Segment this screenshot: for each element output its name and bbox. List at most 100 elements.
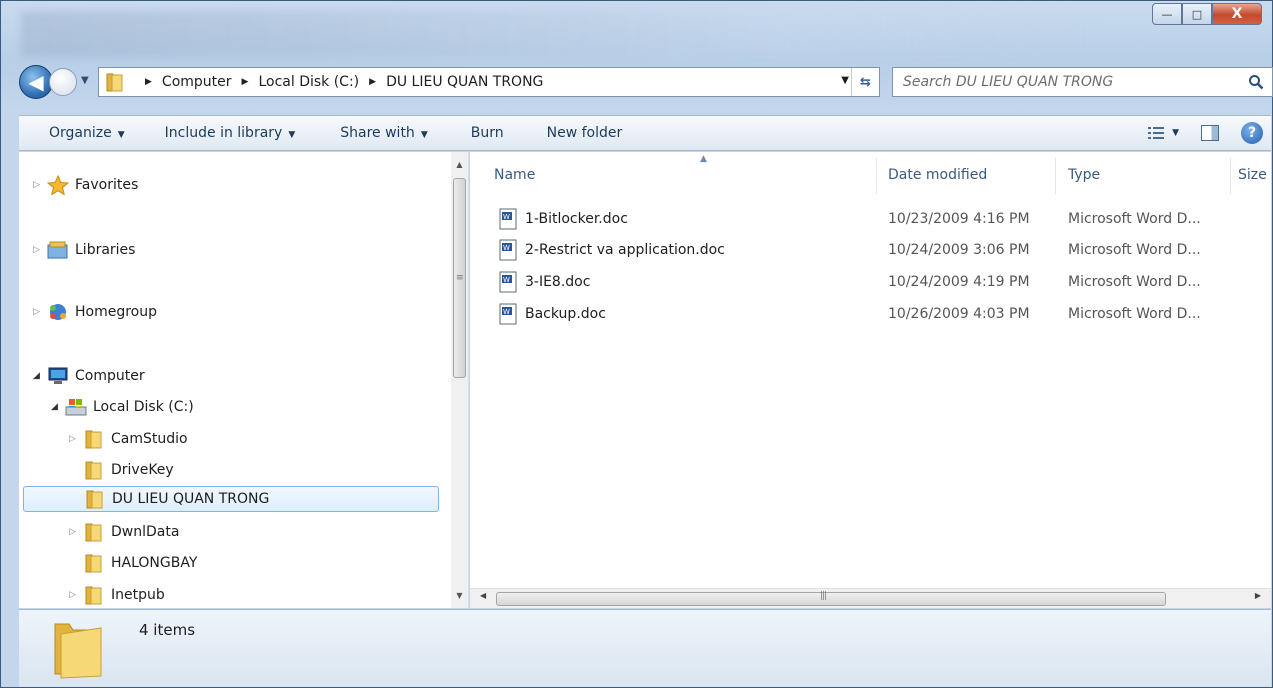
breadcrumb-computer[interactable]: Computer <box>162 74 232 90</box>
column-divider[interactable] <box>1055 158 1056 194</box>
forward-button[interactable] <box>49 68 77 96</box>
breadcrumb-arrow-icon[interactable]: ▶ <box>145 77 152 87</box>
table-row[interactable]: W Backup.doc 10/26/2009 4:03 PM Microsof… <box>470 298 1270 330</box>
column-header-name[interactable]: Name ▲ <box>494 152 876 198</box>
libraries-label: Libraries <box>75 242 136 258</box>
include-in-library-menu[interactable]: Include in library ▼ <box>140 125 311 141</box>
tree-item-favorites[interactable]: ▷ Favorites <box>33 172 138 198</box>
expand-arrow-icon[interactable]: ▷ <box>33 180 45 190</box>
maximize-button[interactable]: □ <box>1182 3 1212 25</box>
recent-pages-chevron-down-icon[interactable]: ▼ <box>81 75 89 86</box>
minimize-button[interactable]: — <box>1152 3 1182 25</box>
refresh-button[interactable]: ⇆ <box>851 68 879 96</box>
expand-arrow-icon[interactable]: ▷ <box>69 434 81 444</box>
column-divider[interactable] <box>876 158 877 194</box>
column-date-label: Date modified <box>888 167 988 183</box>
file-type: Microsoft Word D... <box>1068 211 1201 227</box>
expand-arrow-icon[interactable]: ▷ <box>33 307 45 317</box>
tree-item-local-disk[interactable]: ◢ Local Disk (C:) <box>51 394 194 420</box>
word-document-icon: W <box>499 271 517 293</box>
scroll-up-arrow-icon[interactable]: ▲ <box>451 156 468 173</box>
favorites-label: Favorites <box>75 177 139 193</box>
back-button[interactable]: ◀ <box>19 65 53 99</box>
navigation-pane-scrollbar[interactable]: ▲ ≡ ▼ <box>451 152 468 608</box>
table-row[interactable]: W 1-Bitlocker.doc 10/23/2009 4:16 PM Mic… <box>470 203 1270 235</box>
column-header-date-modified[interactable]: Date modified <box>888 152 1048 198</box>
word-document-icon: W <box>499 208 517 230</box>
search-icon[interactable] <box>1248 74 1264 90</box>
change-view-icon[interactable] <box>1148 126 1165 140</box>
chevron-down-icon: ▼ <box>420 130 428 140</box>
table-row[interactable]: W 3-IE8.doc 10/24/2009 4:19 PM Microsoft… <box>470 266 1270 298</box>
file-type: Microsoft Word D... <box>1068 242 1201 258</box>
breadcrumb-local-disk[interactable]: Local Disk (C:) <box>258 74 359 90</box>
breadcrumb-arrow-icon[interactable]: ▶ <box>369 77 376 87</box>
homegroup-label: Homegroup <box>75 304 158 320</box>
organize-label: Organize <box>49 125 112 141</box>
breadcrumb-arrow-icon[interactable]: ▶ <box>242 77 249 87</box>
new-folder-button[interactable]: New folder <box>519 125 638 141</box>
expand-arrow-icon[interactable]: ▷ <box>69 527 81 537</box>
computer-label: Computer <box>75 368 145 384</box>
folder-icon <box>54 623 102 679</box>
folder-icon <box>85 586 102 605</box>
tree-item-folder[interactable]: DriveKey <box>69 457 174 483</box>
tree-item-folder[interactable]: ▷ CamStudio <box>69 426 188 452</box>
folder-icon <box>85 554 102 573</box>
close-button[interactable]: X <box>1212 3 1262 25</box>
folder-label: Inetpub <box>111 587 165 603</box>
tree-item-libraries[interactable]: ▷ Libraries <box>33 237 135 263</box>
scroll-right-arrow-icon[interactable]: ▶ <box>1255 591 1261 600</box>
file-name: Backup.doc <box>525 306 606 322</box>
collapse-arrow-icon[interactable]: ◢ <box>51 402 63 412</box>
scrollbar-thumb[interactable]: ≡ <box>453 178 466 378</box>
tree-item-folder[interactable]: ▷ DwnlData <box>69 519 179 545</box>
organize-menu[interactable]: Organize ▼ <box>19 125 140 141</box>
word-document-icon: W <box>499 239 517 261</box>
folder-icon <box>85 461 102 480</box>
column-divider[interactable] <box>1230 158 1231 194</box>
tree-item-selected-folder[interactable]: DU LIEU QUAN TRONG <box>23 486 439 512</box>
preview-pane-icon[interactable] <box>1201 125 1219 141</box>
tree-item-folder[interactable]: ▷ Inetpub <box>69 582 165 608</box>
file-date: 10/23/2009 4:16 PM <box>888 211 1030 227</box>
tree-item-folder[interactable]: HALONGBAY <box>69 550 197 576</box>
share-with-label: Share with <box>340 125 415 141</box>
file-name: 3-IE8.doc <box>525 274 591 290</box>
scroll-left-arrow-icon[interactable]: ◀ <box>480 591 486 600</box>
grip-icon: ≡ <box>456 273 464 283</box>
scrollbar-thumb[interactable]: ||| <box>496 591 1166 606</box>
scroll-down-arrow-icon[interactable]: ▼ <box>451 587 468 604</box>
file-date: 10/26/2009 4:03 PM <box>888 306 1030 322</box>
file-name: 1-Bitlocker.doc <box>525 211 628 227</box>
include-in-library-label: Include in library <box>164 125 283 141</box>
folder-icon <box>85 430 102 449</box>
tree-item-homegroup[interactable]: ▷ Homegroup <box>33 299 157 325</box>
search-input[interactable]: Search DU LIEU QUAN TRONG <box>892 67 1273 97</box>
address-bar[interactable]: ▶ Computer ▶ Local Disk (C:) ▶ DU LIEU Q… <box>98 67 880 97</box>
view-controls: ▼ ? <box>1148 116 1271 150</box>
tree-item-computer[interactable]: ◢ Computer <box>33 363 145 389</box>
horizontal-scrollbar[interactable]: ◀ ||| ▶ <box>470 588 1271 608</box>
folder-icon <box>106 73 123 92</box>
column-header-size[interactable]: Size <box>1238 152 1271 198</box>
breadcrumb-current-folder[interactable]: DU LIEU QUAN TRONG <box>386 74 543 90</box>
address-history-chevron-down-icon[interactable]: ▼ <box>841 75 849 86</box>
collapse-arrow-icon[interactable]: ◢ <box>33 371 45 381</box>
item-count: 4 items <box>139 621 196 639</box>
table-row[interactable]: W 2-Restrict va application.doc 10/24/20… <box>470 234 1270 266</box>
explorer-window: — □ X ◀ ▼ ▶ Computer ▶ Local Disk (C:) ▶… <box>0 0 1273 688</box>
window-controls: — □ X <box>1152 3 1262 29</box>
folder-label: HALONGBAY <box>111 555 198 571</box>
file-list-pane: Name ▲ Date modified Type Size W 1-Bitlo… <box>470 152 1271 608</box>
column-header-type[interactable]: Type <box>1068 152 1228 198</box>
view-options-chevron-down-icon[interactable]: ▼ <box>1172 128 1179 138</box>
folder-label: CamStudio <box>111 431 188 447</box>
share-with-menu[interactable]: Share with ▼ <box>310 125 442 141</box>
expand-arrow-icon[interactable]: ▷ <box>33 245 45 255</box>
svg-text:W: W <box>503 308 510 316</box>
help-icon[interactable]: ? <box>1241 122 1263 144</box>
burn-button[interactable]: Burn <box>443 125 519 141</box>
search-placeholder: Search DU LIEU QUAN TRONG <box>903 74 1114 90</box>
expand-arrow-icon[interactable]: ▷ <box>69 590 81 600</box>
